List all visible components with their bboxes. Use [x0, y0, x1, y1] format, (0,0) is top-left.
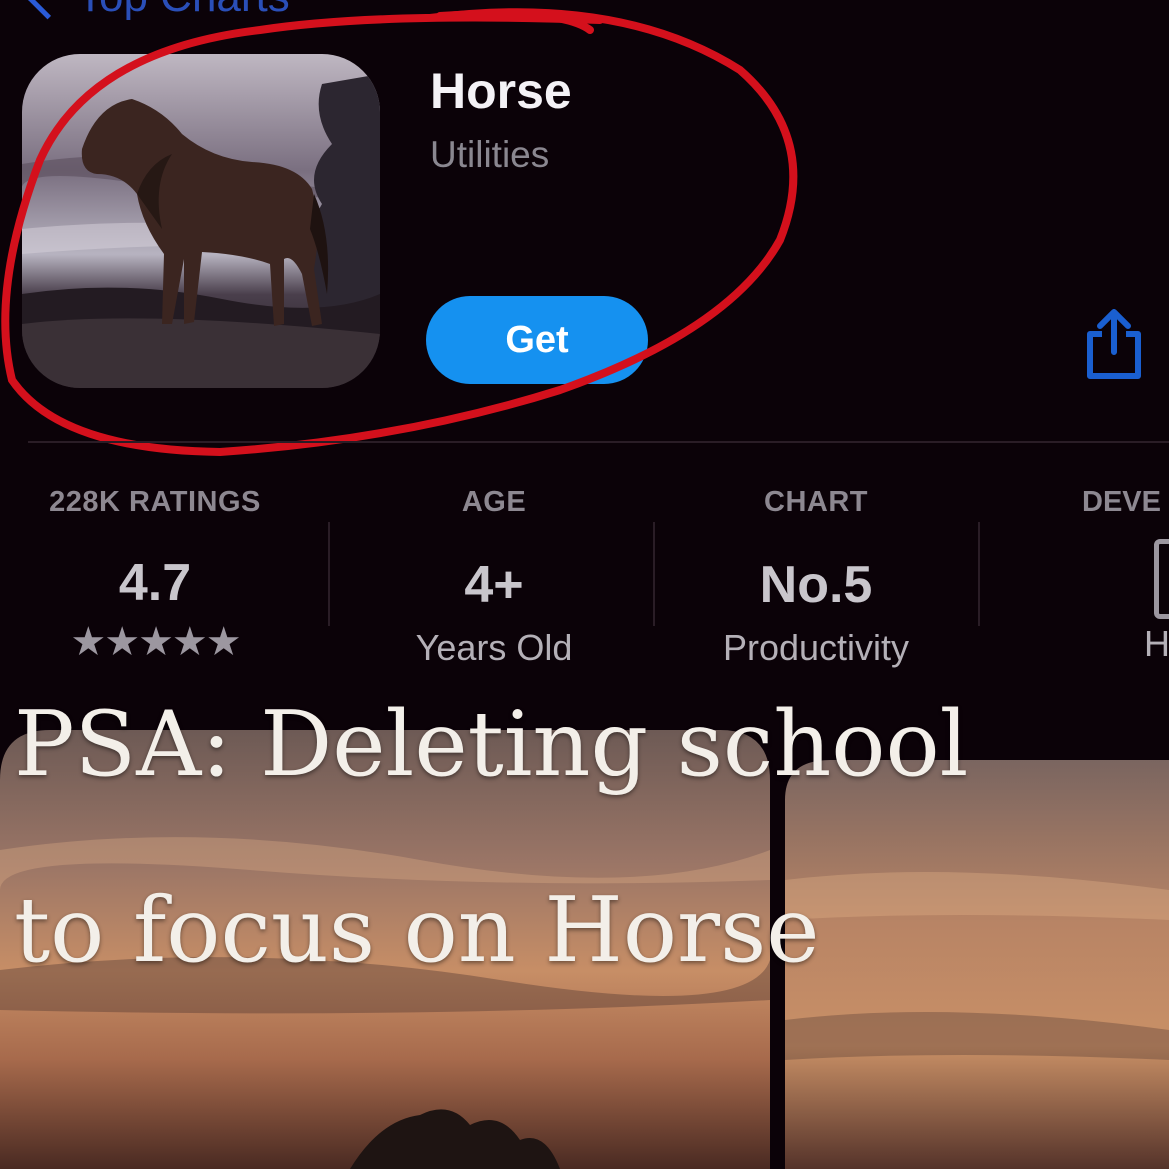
share-icon[interactable] [1082, 306, 1146, 382]
chart-sub: Productivity [722, 627, 910, 668]
divider [328, 522, 330, 626]
app-title: Horse [430, 63, 572, 119]
age-sub: Years Old [415, 627, 573, 668]
developer-header: DEVE [1082, 486, 1161, 518]
chart-header: CHART [764, 486, 868, 518]
caption-line-1: PSA: Deleting school [14, 692, 969, 797]
get-button[interactable]: Get [426, 296, 648, 384]
chart-value: No.5 [759, 556, 873, 614]
stat-age: AGE 4+ Years Old [372, 486, 616, 669]
stat-developer: DEVE H [1082, 486, 1169, 665]
divider [653, 522, 655, 626]
back-link[interactable]: Top Charts [14, 0, 290, 22]
developer-icon [1154, 539, 1169, 619]
back-link-label: Top Charts [77, 0, 290, 22]
star-icon: ★★★★★ [70, 620, 241, 664]
divider [28, 441, 1169, 443]
ratings-header: 228K RATINGS [49, 486, 261, 518]
age-header: AGE [461, 486, 527, 518]
age-value: 4+ [464, 556, 524, 614]
stat-chart: CHART No.5 Productivity [688, 486, 944, 669]
ratings-value: 4.7 [118, 554, 192, 612]
caption-line-2: to focus on Horse [14, 878, 820, 983]
divider [978, 522, 980, 626]
app-icon [22, 54, 380, 388]
app-category: Utilities [430, 134, 550, 175]
stat-ratings: 228K RATINGS 4.7 ★★★★★ [30, 486, 280, 665]
chevron-left-icon [25, 0, 70, 19]
developer-sub: H [1144, 623, 1169, 664]
